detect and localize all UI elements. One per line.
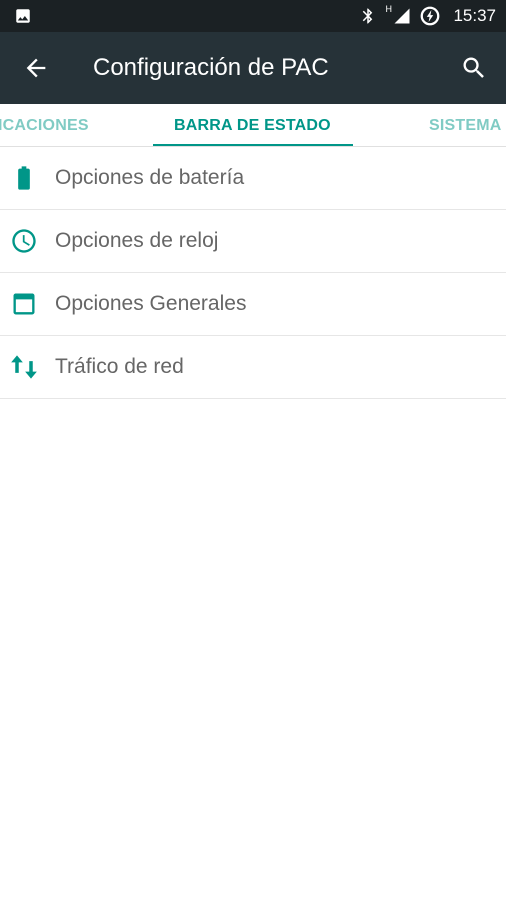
list-item-battery-options[interactable]: Opciones de batería — [0, 147, 506, 210]
status-bar: H 15:37 — [0, 0, 506, 32]
window-icon — [13, 293, 35, 315]
list-item-general-options[interactable]: Opciones Generales — [0, 273, 506, 336]
clock-icon — [12, 229, 36, 253]
battery-saver-icon — [421, 6, 440, 26]
list-item-clock-options[interactable]: Opciones de reloj — [0, 210, 506, 273]
tab-barra-de-estado[interactable]: BARRA DE ESTADO — [174, 104, 331, 146]
list-item-network-traffic[interactable]: Tráfico de red — [0, 336, 506, 399]
list-item-label: Opciones de reloj — [55, 229, 219, 252]
battery-icon — [18, 166, 30, 190]
settings-list: Opciones de batería Opciones de reloj Op… — [0, 147, 506, 399]
signal-icon — [394, 8, 410, 24]
search-icon[interactable] — [460, 54, 488, 82]
list-item-label: Tráfico de red — [55, 355, 184, 378]
status-icons: H 15:37 — [359, 0, 496, 32]
swap-vertical-icon — [11, 355, 37, 379]
tab-sistema[interactable]: SISTEMA — [429, 104, 502, 146]
list-item-label: Opciones de batería — [55, 166, 245, 189]
arrow-left-icon[interactable] — [22, 54, 50, 82]
bluetooth-icon — [363, 8, 373, 24]
list-item-label: Opciones Generales — [55, 292, 247, 315]
tab-bar: ICACIONES BARRA DE ESTADO SISTEMA — [0, 104, 506, 147]
app-bar: Configuración de PAC — [0, 32, 506, 104]
tab-notificaciones[interactable]: ICACIONES — [0, 104, 89, 146]
page-title: Configuración de PAC — [93, 54, 329, 81]
status-time: 15:37 — [453, 6, 496, 25]
signal-indicator: H — [385, 4, 411, 26]
image-icon — [16, 9, 30, 23]
network-type-label: H — [385, 4, 392, 14]
